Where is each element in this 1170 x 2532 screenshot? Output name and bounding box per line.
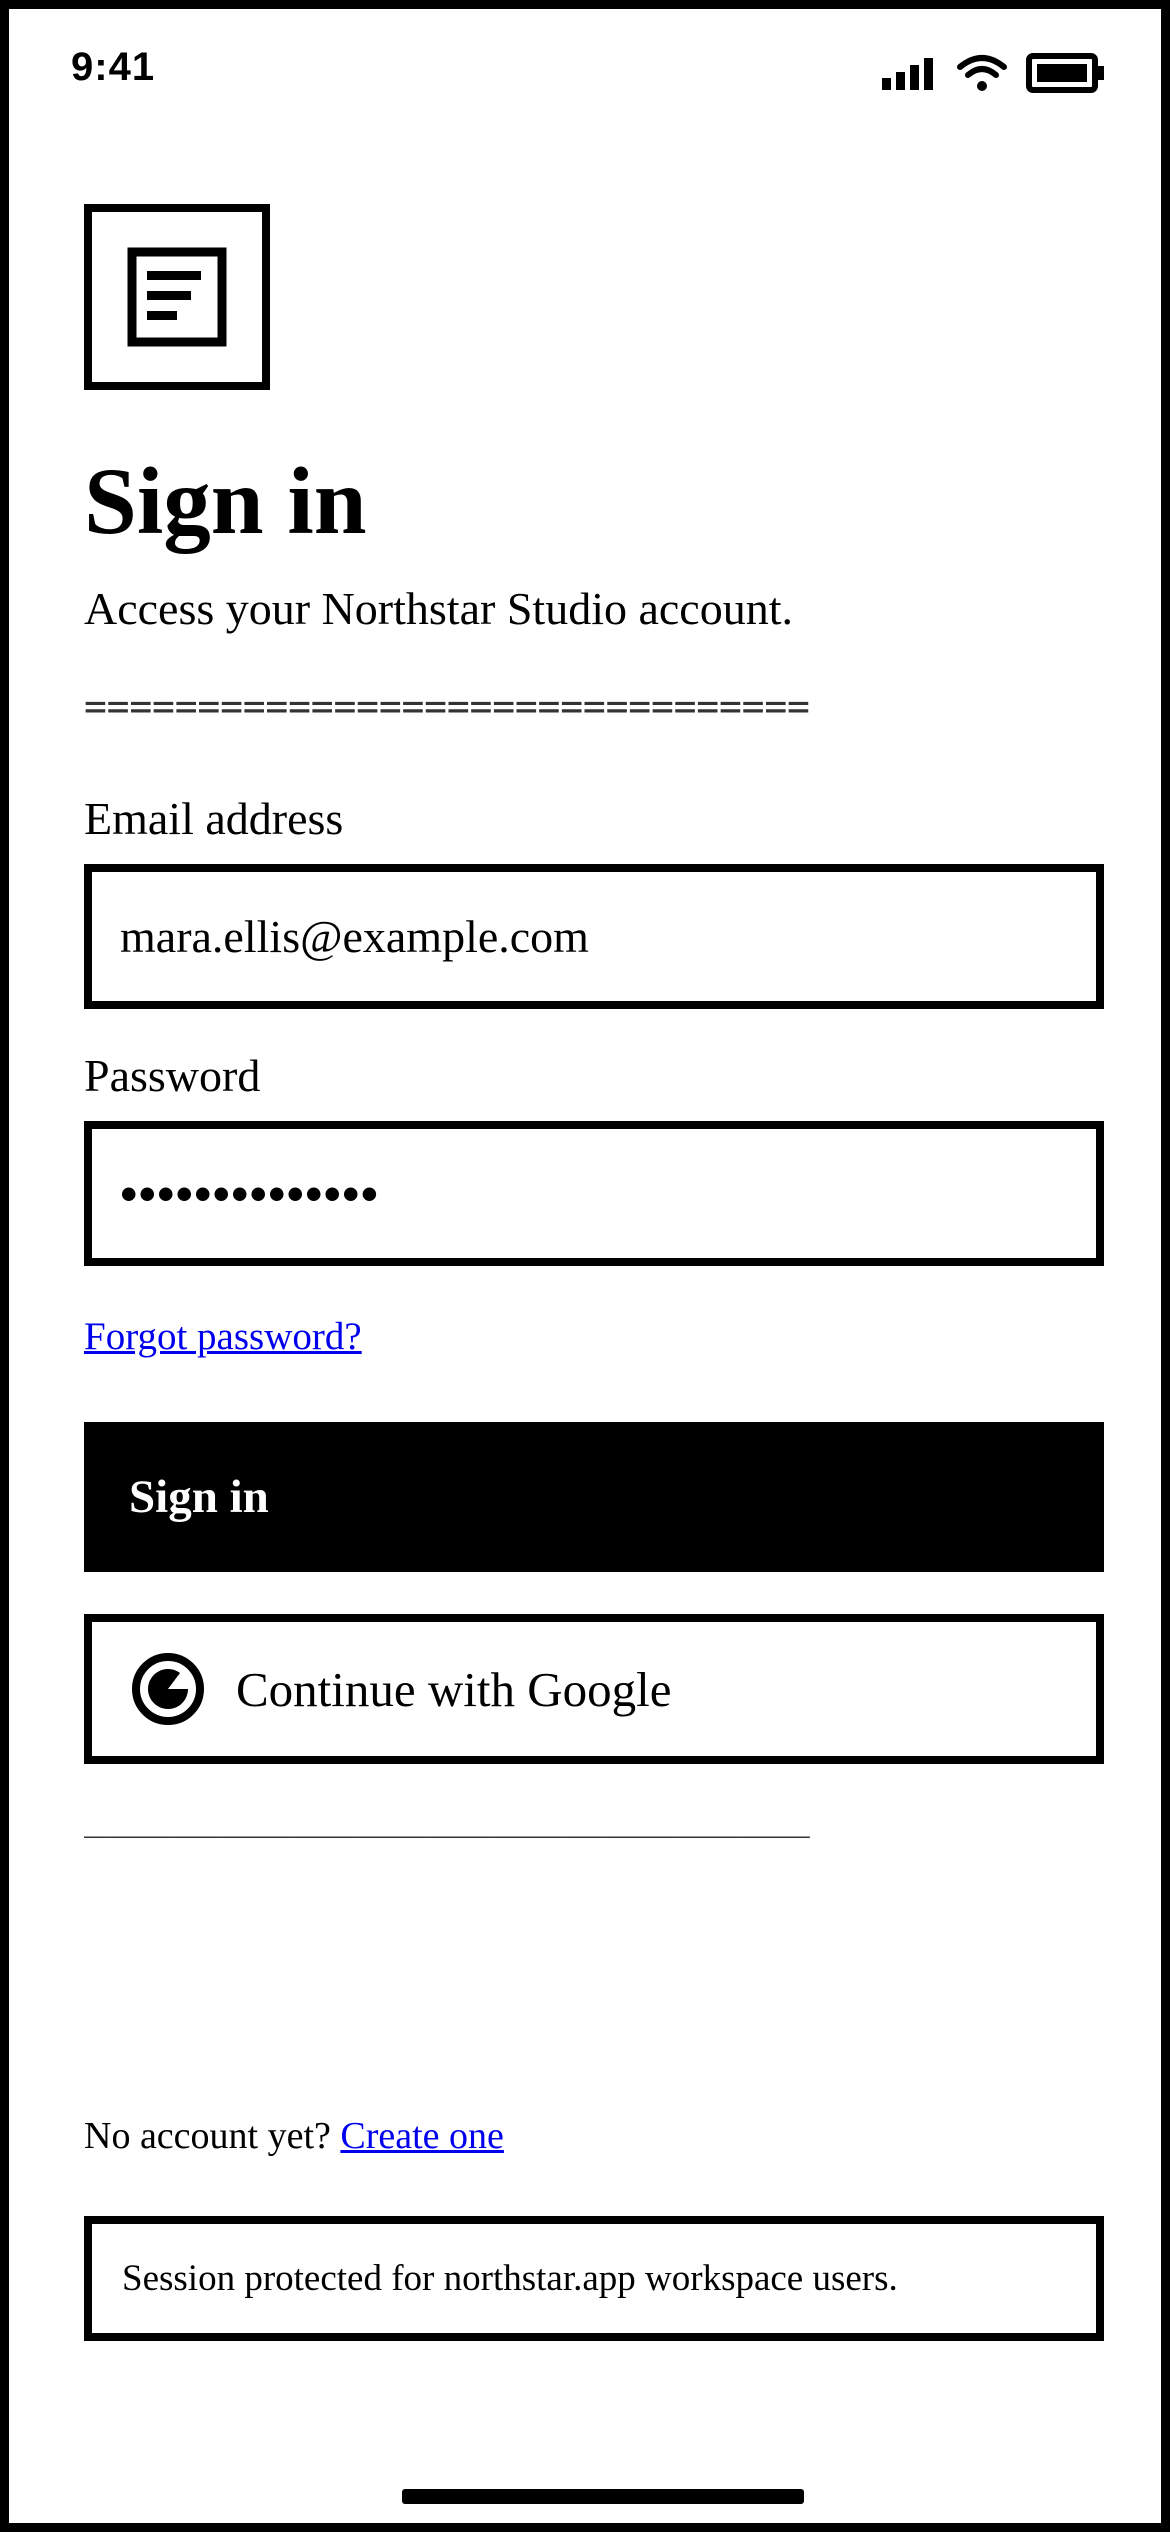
- google-signin-button[interactable]: Continue with Google: [84, 1614, 1104, 1764]
- session-note: Session protected for northstar.app work…: [84, 2216, 1104, 2341]
- document-icon: [127, 247, 227, 347]
- sign-in-button[interactable]: Sign in: [84, 1422, 1104, 1572]
- google-icon: [132, 1653, 204, 1725]
- divider-top: ================================: [84, 684, 810, 728]
- app-logo: [84, 204, 270, 390]
- status-icons: [882, 53, 1106, 93]
- divider-bottom: ________________________________: [84, 1794, 810, 1838]
- password-field[interactable]: [120, 1129, 1060, 1258]
- phone-frame: 9:41 Sign in Access your Northstar Studi…: [0, 0, 1170, 2532]
- signin-form: Sign in Access your Northstar Studio acc…: [84, 204, 1104, 2341]
- forgot-password-link[interactable]: Forgot password?: [84, 1314, 362, 1359]
- google-button-label: Continue with Google: [236, 1661, 672, 1717]
- password-field-box: [84, 1121, 1104, 1266]
- home-indicator[interactable]: [402, 2489, 804, 2504]
- status-time: 9:41: [71, 45, 156, 89]
- password-label: Password: [84, 1050, 261, 1101]
- create-account-link[interactable]: Create one: [340, 2115, 504, 2157]
- signup-row: No account yet? Create one: [84, 2114, 504, 2158]
- signal-icon: [882, 58, 933, 90]
- email-label: Email address: [84, 793, 344, 844]
- email-field[interactable]: [120, 872, 1060, 1001]
- page-subtitle: Access your Northstar Studio account.: [84, 583, 794, 634]
- status-bar: 9:41: [9, 9, 1161, 129]
- wifi-icon: [957, 55, 1007, 91]
- page-title: Sign in: [84, 448, 367, 554]
- battery-icon: [1026, 53, 1104, 93]
- email-field-box: [84, 864, 1104, 1009]
- signup-prompt: No account yet?: [84, 2115, 341, 2157]
- session-note-text: Session protected for northstar.app work…: [122, 2258, 898, 2299]
